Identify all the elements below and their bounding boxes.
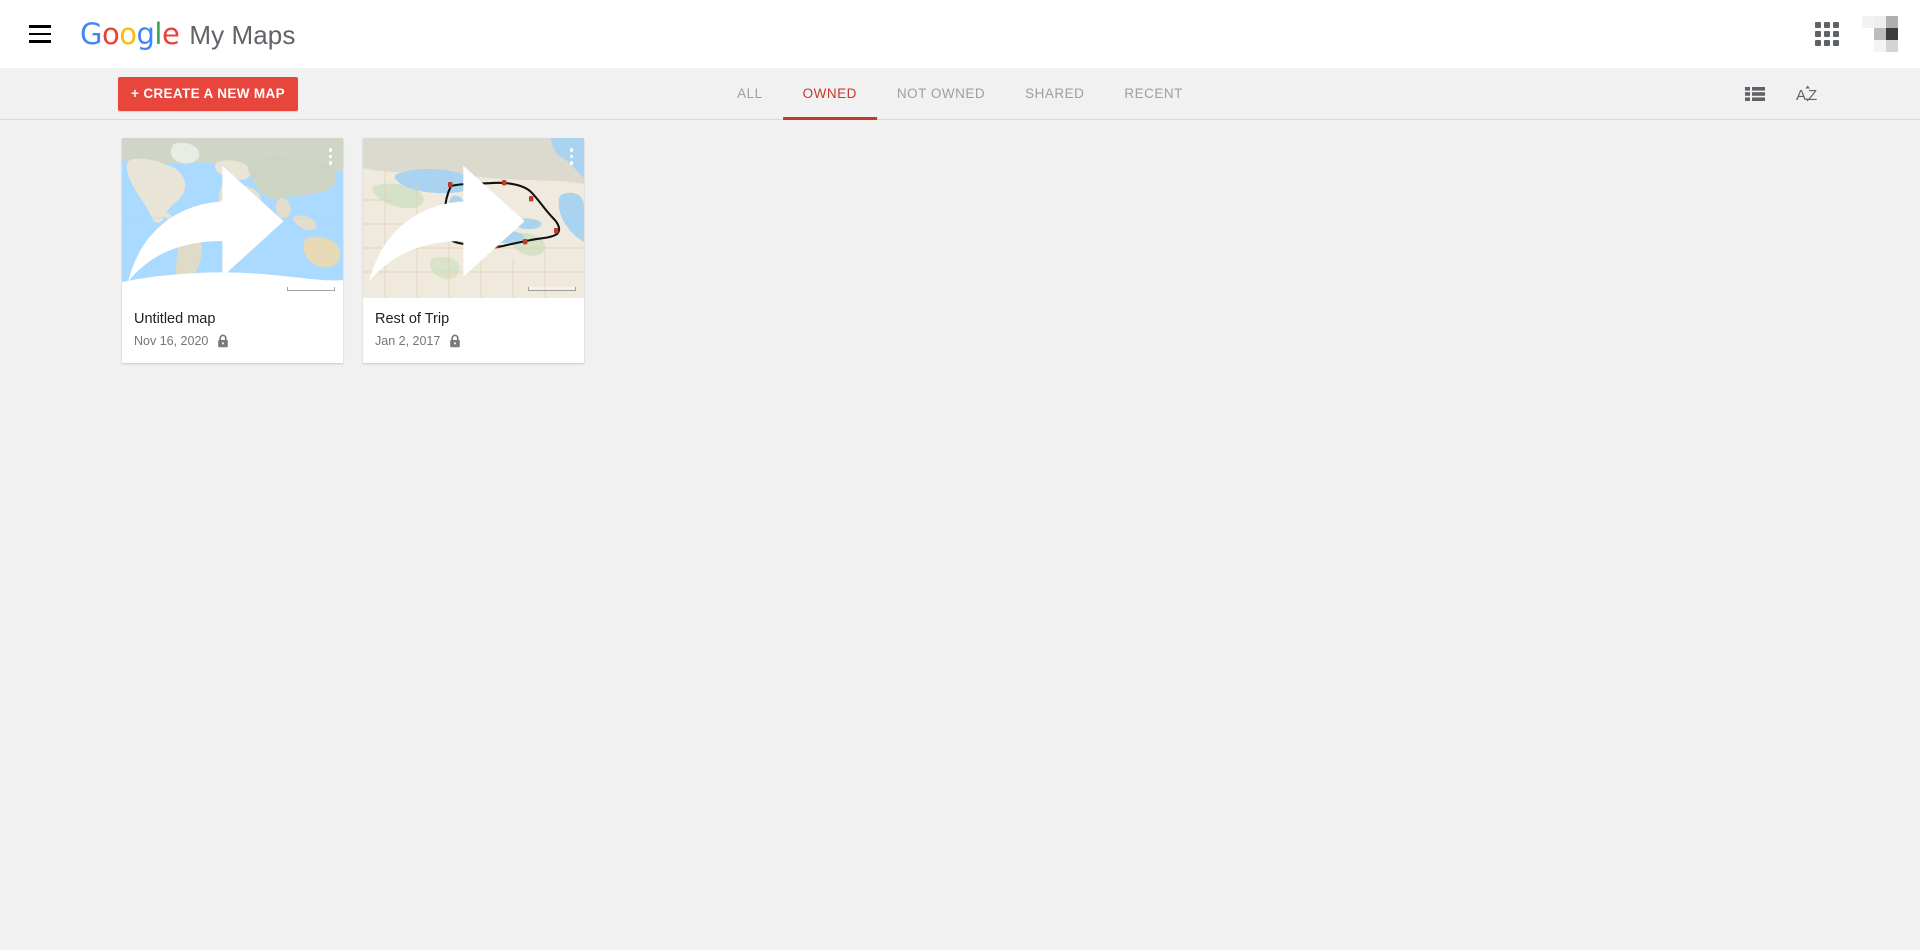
thumbnail-actions bbox=[363, 145, 578, 298]
logo-letter-g2: g bbox=[136, 17, 155, 51]
avatar-cell bbox=[1862, 16, 1874, 28]
map-card-body: Untitled map Nov 16, 2020 bbox=[122, 298, 343, 363]
share-arrow-icon[interactable] bbox=[363, 145, 555, 298]
avatar-cell bbox=[1862, 40, 1874, 52]
google-wordmark: Google bbox=[80, 17, 180, 51]
avatar-cell bbox=[1862, 28, 1874, 40]
list-view-icon[interactable] bbox=[1741, 80, 1769, 108]
avatar-cell bbox=[1886, 40, 1898, 52]
map-meta: Jan 2, 2017 bbox=[375, 334, 572, 348]
map-thumbnail-great-lakes[interactable] bbox=[363, 138, 584, 298]
map-card[interactable]: Untitled map Nov 16, 2020 bbox=[122, 138, 343, 363]
map-title: Rest of Trip bbox=[375, 311, 450, 327]
maps-grid: Untitled map Nov 16, 2020 Rest of Trip J… bbox=[0, 120, 1920, 949]
thumbnail-actions bbox=[122, 145, 337, 298]
map-date: Nov 16, 2020 bbox=[134, 334, 209, 348]
dot bbox=[569, 148, 573, 152]
svg-text:Z: Z bbox=[1808, 87, 1817, 104]
map-date: Jan 2, 2017 bbox=[375, 334, 441, 348]
svg-text:A: A bbox=[1796, 87, 1806, 104]
brand-logo[interactable]: Google My Maps bbox=[80, 17, 295, 51]
sort-alpha-icon[interactable]: A Z bbox=[1795, 80, 1823, 108]
logo-letter-o2: o bbox=[119, 17, 137, 51]
tab-recent[interactable]: RECENT bbox=[1104, 68, 1203, 120]
avatar-cell bbox=[1874, 28, 1886, 40]
maps-toolbar: + CREATE A NEW MAP ALL OWNED NOT OWNED S… bbox=[0, 68, 1920, 120]
apps-dot bbox=[1824, 22, 1830, 28]
more-vert-icon[interactable] bbox=[565, 145, 579, 168]
dot bbox=[569, 161, 573, 165]
hamburger-icon[interactable] bbox=[18, 12, 62, 56]
apps-dot bbox=[1815, 40, 1821, 46]
share-arrow-icon[interactable] bbox=[122, 145, 314, 298]
map-scale-bar bbox=[287, 287, 335, 291]
app-header: Google My Maps bbox=[0, 0, 1920, 68]
tab-not-owned[interactable]: NOT OWNED bbox=[877, 68, 1005, 120]
apps-dot bbox=[1833, 31, 1839, 37]
avatar-cell bbox=[1874, 40, 1886, 52]
hamburger-bar bbox=[29, 32, 51, 36]
dot bbox=[569, 154, 573, 158]
filter-tabs: ALL OWNED NOT OWNED SHARED RECENT bbox=[717, 68, 1203, 120]
lock-icon bbox=[449, 334, 461, 348]
more-vert-icon[interactable] bbox=[324, 145, 338, 168]
apps-grid-icon[interactable] bbox=[1814, 21, 1840, 47]
hamburger-bar bbox=[29, 40, 51, 43]
logo-letter-o1: o bbox=[101, 17, 120, 51]
lock-icon bbox=[217, 334, 229, 348]
dot bbox=[328, 161, 332, 165]
apps-dot bbox=[1824, 31, 1830, 37]
toolbar-right-cluster: A Z bbox=[1741, 80, 1898, 108]
avatar-cell bbox=[1874, 16, 1886, 28]
avatar-cell bbox=[1886, 28, 1898, 40]
create-new-map-button[interactable]: + CREATE A NEW MAP bbox=[118, 76, 298, 111]
map-scale-bar bbox=[528, 287, 576, 291]
tab-owned[interactable]: OWNED bbox=[782, 68, 878, 120]
apps-dot bbox=[1833, 22, 1839, 28]
avatar-cell bbox=[1886, 16, 1898, 28]
avatar[interactable] bbox=[1862, 16, 1898, 52]
logo-letter-l: l bbox=[154, 17, 162, 51]
map-title: Untitled map bbox=[134, 311, 216, 327]
product-name: My Maps bbox=[189, 20, 296, 50]
map-card[interactable]: Rest of Trip Jan 2, 2017 bbox=[363, 138, 584, 363]
logo-letter-g1: G bbox=[80, 17, 102, 51]
apps-dot bbox=[1815, 31, 1821, 37]
apps-dot bbox=[1833, 40, 1839, 46]
dot bbox=[328, 148, 332, 152]
tab-all[interactable]: ALL bbox=[717, 68, 783, 120]
tab-shared[interactable]: SHARED bbox=[1005, 68, 1104, 120]
apps-dot bbox=[1824, 40, 1830, 46]
logo-letter-e: e bbox=[161, 17, 180, 51]
apps-dot bbox=[1815, 22, 1821, 28]
map-meta: Nov 16, 2020 bbox=[134, 334, 331, 348]
map-thumbnail-world[interactable] bbox=[122, 138, 343, 298]
dot bbox=[328, 154, 332, 158]
hamburger-bar bbox=[29, 25, 51, 28]
header-right-cluster bbox=[1814, 16, 1898, 52]
map-card-body: Rest of Trip Jan 2, 2017 bbox=[363, 298, 584, 363]
